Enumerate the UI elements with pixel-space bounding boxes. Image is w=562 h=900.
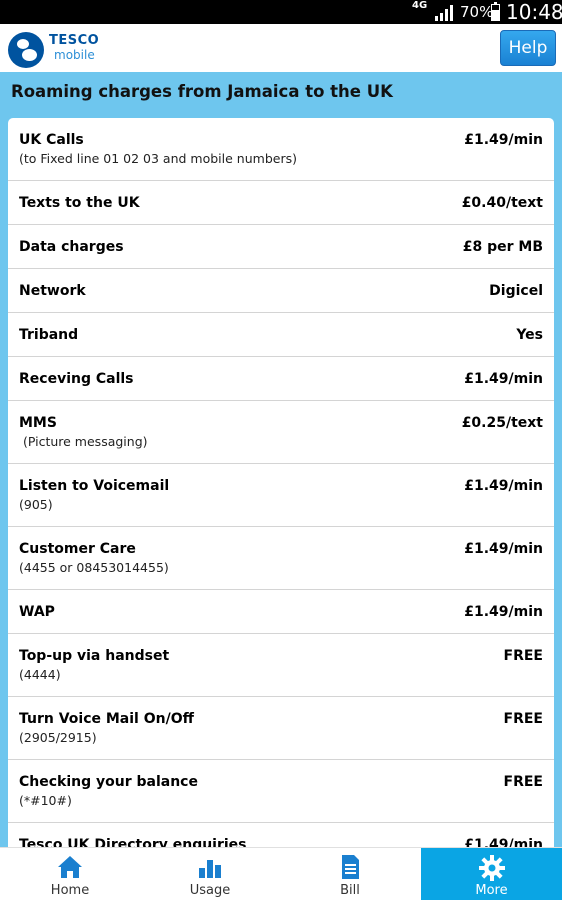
charge-value: Digicel [489,283,543,299]
charge-row: WAP £1.49/min [8,590,554,634]
page-title: Roaming charges from Jamaica to the UK [11,82,393,101]
charge-label: Listen to Voicemail [19,478,170,494]
document-icon [342,855,359,879]
battery-percent: 70% [460,3,494,21]
charge-row: Network Digicel [8,269,554,313]
bar-chart-icon [199,860,221,878]
charge-value: Yes [516,327,543,343]
nav-usage[interactable]: Usage [140,848,280,900]
charge-value: £1.49/min [464,541,543,557]
status-bar: 4G 70% 10:48 [0,0,562,24]
gear-icon [478,855,505,881]
charge-row: Listen to Voicemail £1.49/min (905) [8,464,554,527]
charge-label: MMS [19,415,57,431]
network-type: 4G [412,0,428,11]
clock: 10:48 [506,0,562,24]
charge-detail: (4455 or 08453014455) [19,560,169,575]
nav-bill-label: Bill [340,883,360,898]
nav-home-label: Home [50,883,90,898]
charge-label: Top-up via handset [19,648,170,664]
nav-more-label: More [475,883,508,898]
charge-label: UK Calls [19,132,84,148]
charge-row: Data charges £8 per MB [8,225,554,269]
nav-usage-label: Usage [189,883,231,898]
charge-row: MMS £0.25/text (Picture messaging) [8,401,554,464]
signal-strength-icon [435,5,453,21]
charge-detail: (4444) [19,667,61,682]
charge-label: WAP [19,604,55,620]
charge-value: £1.49/min [464,604,543,620]
charge-detail: (*#10#) [19,793,72,808]
charge-value: FREE [503,774,543,790]
charge-row: Top-up via handset FREE (4444) [8,634,554,697]
charge-value: £1.49/min [464,371,543,387]
charge-row: Triband Yes [8,313,554,357]
charge-value: £0.25/text [461,415,543,431]
charge-detail: (Picture messaging) [19,434,148,449]
charge-detail: (to Fixed line 01 02 03 and mobile numbe… [19,151,297,166]
charge-label: Receving Calls [19,371,134,387]
charge-row: Customer Care £1.49/min (4455 or 084530144… [8,527,554,590]
logo-mark-icon [8,32,44,68]
app-header: TESCO mobile Help [0,24,562,72]
charge-row: Checking your balance FREE (*#10#) [8,760,554,823]
bottom-nav: Home Usage Bill More [0,847,562,900]
charge-detail: (905) [19,497,53,512]
charge-value: £1.49/min [464,478,543,494]
charges-list[interactable]: UK Calls £1.49/min (to Fixed line 01 02 03… [8,118,554,900]
charge-value: FREE [503,648,543,664]
charge-label: Network [19,283,86,299]
home-icon [58,856,82,878]
tesco-mobile-logo: TESCO mobile [8,28,118,68]
nav-home[interactable]: Home [0,848,140,900]
charge-label: Data charges [19,239,124,255]
charge-label: Customer Care [19,541,136,557]
help-button[interactable]: Help [500,30,556,66]
charge-row: Turn Voice Mail On/Off FREE (2905/2915) [8,697,554,760]
charge-row: UK Calls £1.49/min (to Fixed line 01 02 03… [8,118,554,181]
charge-value: £0.40/text [461,195,543,211]
charge-label: Triband [19,327,79,343]
charge-row: Receving Calls £1.49/min [8,357,554,401]
battery-icon [491,2,500,21]
charge-label: Checking your balance [19,774,198,790]
charge-label: Turn Voice Mail On/Off [19,711,194,727]
logo-brand: TESCO [49,33,100,48]
nav-more[interactable]: More [421,848,562,900]
charge-label: Texts to the UK [19,195,140,211]
logo-sub: mobile [54,48,95,62]
charge-value: £8 per MB [462,239,543,255]
charge-detail: (2905/2915) [19,730,97,745]
charge-row: Texts to the UK £0.40/text [8,181,554,225]
charge-value: FREE [503,711,543,727]
charge-value: £1.49/min [464,132,543,148]
nav-bill[interactable]: Bill [280,848,420,900]
